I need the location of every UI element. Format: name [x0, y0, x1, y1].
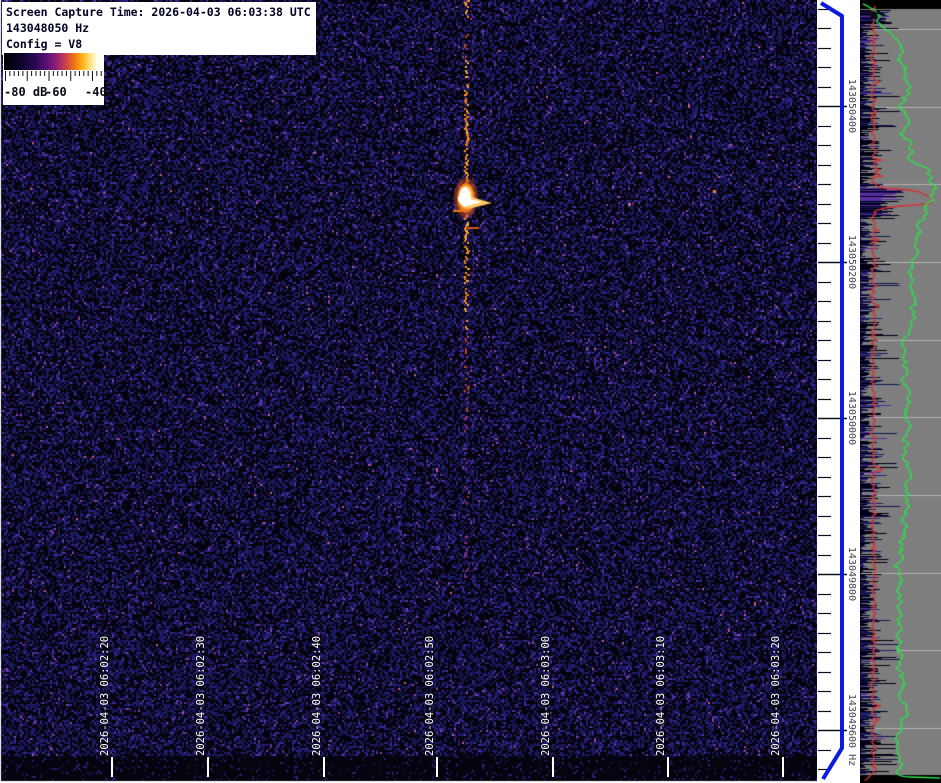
- frequency-axis-label: 143049600 Hz: [846, 694, 857, 766]
- time-axis-label: 2026-04-03 06:03:20: [770, 636, 782, 756]
- time-axis-tick: [436, 757, 438, 777]
- time-axis-label: 2026-04-03 06:02:50: [424, 636, 436, 756]
- frequency-axis: 143050400 143050200 143050000 143049800 1430…: [817, 0, 860, 783]
- time-axis-tick: [111, 757, 113, 777]
- tuned-frequency-text: 143048050 Hz: [6, 20, 311, 36]
- colorbar-ruler: [4, 71, 103, 83]
- time-axis-tick: [207, 757, 209, 777]
- colorbar-label-left: -80 dB: [4, 85, 47, 99]
- colorbar-label-mid: -60: [45, 85, 67, 99]
- frequency-axis-label: 143049800: [846, 547, 857, 601]
- colorbar-label-right: -40: [85, 85, 107, 99]
- frequency-axis-label: 143050200: [846, 235, 857, 289]
- waterfall-spectrogram: [0, 0, 817, 783]
- time-axis-label: 2026-04-03 06:02:40: [311, 636, 323, 756]
- capture-time-text: Screen Capture Time: 2026-04-03 06:03:38…: [6, 4, 311, 20]
- capture-info-box: Screen Capture Time: 2026-04-03 06:03:38…: [2, 2, 316, 55]
- frequency-axis-ticks: 143050400 143050200 143050000 143049800 1430…: [817, 0, 860, 783]
- time-axis-tick: [782, 757, 784, 777]
- time-axis-tick: [323, 757, 325, 777]
- time-axis-tick: [552, 757, 554, 777]
- time-axis-label: 2026-04-03 06:02:20: [99, 636, 111, 756]
- colorbar-gradient: [4, 53, 103, 70]
- time-axis-label: 2026-04-03 06:03:00: [540, 636, 552, 756]
- time-axis-label: 2026-04-03 06:03:10: [655, 636, 667, 756]
- config-text: Config = V8: [6, 36, 311, 52]
- time-axis-label: 2026-04-03 06:02:30: [195, 636, 207, 756]
- time-axis-tick: [667, 757, 669, 777]
- span-marker-bracket: [821, 3, 842, 779]
- frequency-axis-label: 143050000: [846, 391, 857, 445]
- amplitude-colorbar: -80 dB -60 -40: [3, 52, 104, 105]
- spectrum-lab-screen-capture: 2026-04-03 06:02:20 2026-04-03 06:02:30 20…: [0, 0, 941, 783]
- spectrum-graph-panel: [860, 0, 941, 783]
- frequency-axis-label: 143050400: [846, 79, 857, 133]
